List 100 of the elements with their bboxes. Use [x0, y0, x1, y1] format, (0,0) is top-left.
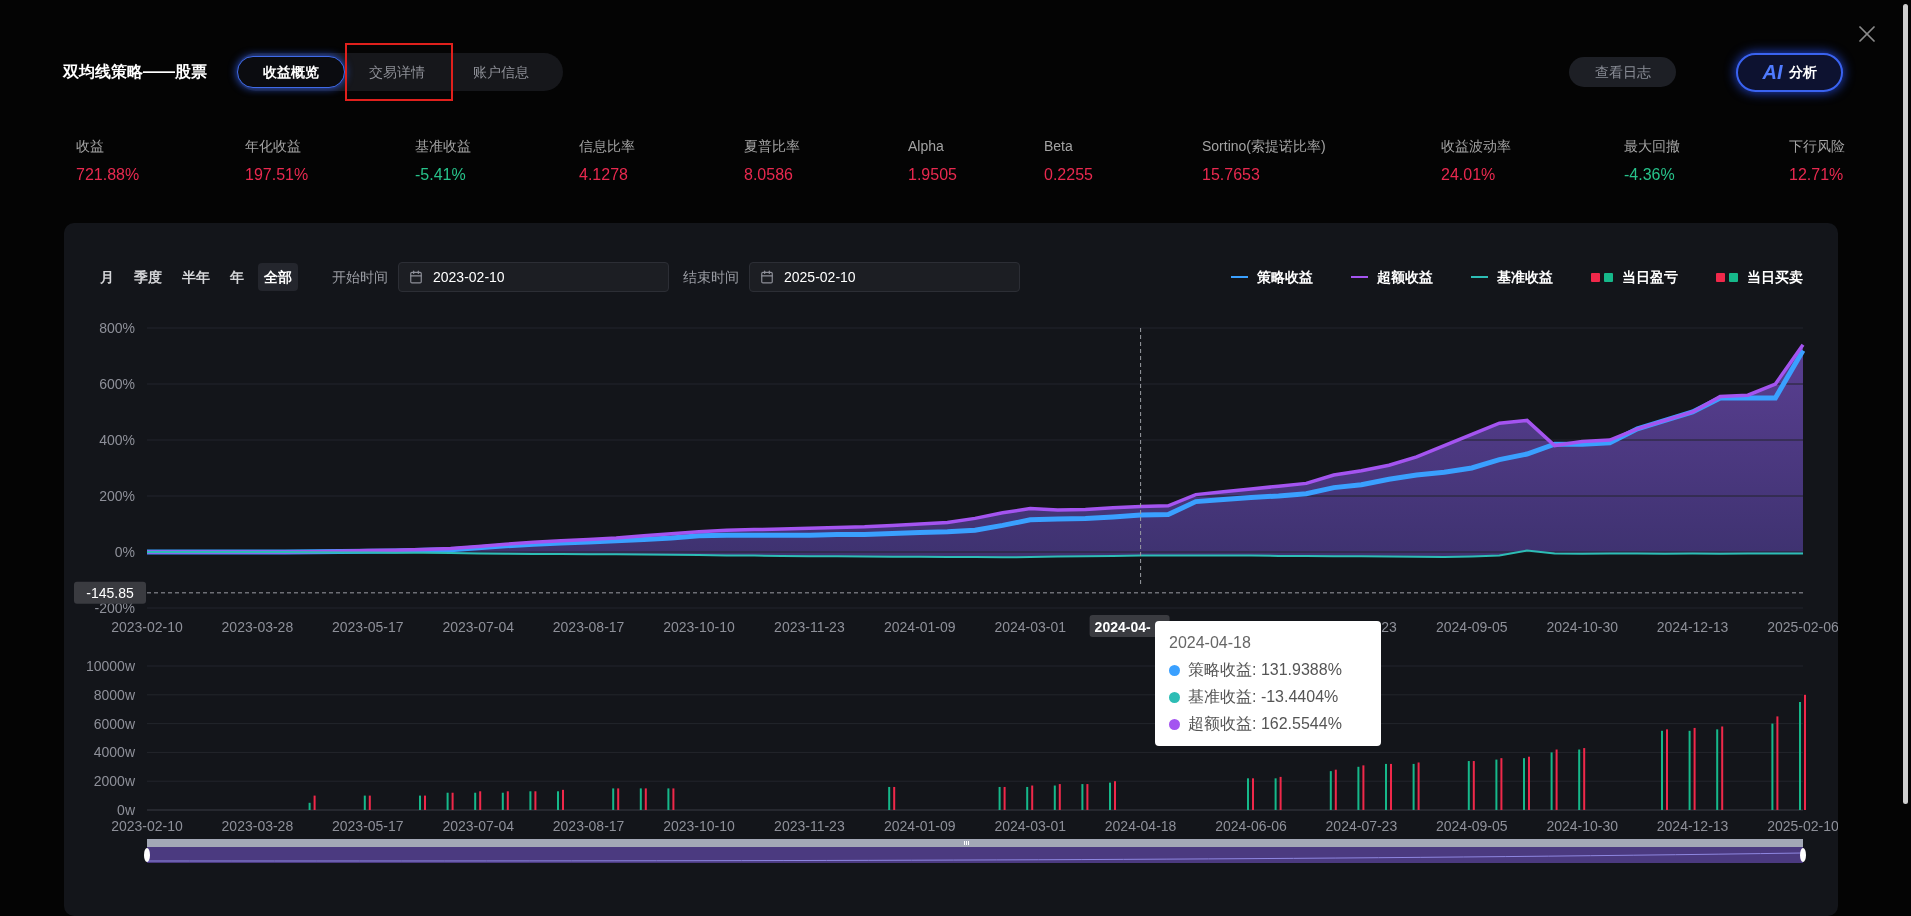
axis-label: 600% — [99, 376, 135, 392]
legend-label[interactable]: 超额收益 — [1377, 266, 1433, 288]
range-slider[interactable] — [146, 839, 1804, 863]
axis-label: 2024-12-13 — [1656, 619, 1729, 635]
axis-label: 2024-03-01 — [994, 818, 1066, 834]
axis-label: 2024-09-05 — [1436, 818, 1508, 834]
axis-label: 2023-05-17 — [332, 619, 404, 635]
axis-label: 8000w — [93, 686, 135, 703]
metric-label: Sortino(索提诺比率) — [1202, 137, 1327, 156]
tooltip-value: 超额收益: 162.5544% — [1188, 714, 1342, 734]
slider-handle[interactable] — [1800, 848, 1806, 862]
bar — [1053, 785, 1056, 810]
bar — [1329, 771, 1332, 810]
bar — [617, 788, 620, 810]
tab[interactable]: 交易详情 — [345, 56, 449, 88]
axis-label: 2023-02-10 — [111, 818, 183, 834]
bar — [612, 788, 615, 810]
bar — [308, 802, 311, 810]
axis-label: 2024-01-09 — [884, 619, 956, 635]
bar — [1003, 786, 1006, 810]
bar — [368, 795, 371, 810]
axis-label: 800% — [99, 320, 135, 336]
legend-label[interactable]: 基准收益 — [1497, 266, 1553, 288]
metric-label: Alpha — [908, 137, 945, 156]
metric-label: 收益波动率 — [1441, 137, 1512, 156]
ai-analysis-button[interactable]: AI 分析 — [1736, 52, 1843, 92]
axis-label: 200% — [99, 488, 135, 504]
axis-label: 2023-11-23 — [774, 818, 845, 834]
metric-label: 夏普比率 — [744, 137, 801, 156]
bar — [1495, 759, 1498, 810]
grip-icon — [964, 841, 969, 845]
bar — [451, 792, 454, 810]
metric-value: 12.71% — [1789, 165, 1845, 185]
field-label: 结束时间 — [683, 267, 739, 287]
bar — [534, 791, 537, 810]
period-button[interactable]: 季度 — [128, 263, 168, 291]
bar — [998, 786, 1001, 810]
bar — [1274, 778, 1277, 810]
axis-label: 2024-12-13 — [1656, 818, 1729, 834]
axis-label: 2024-09-05 — [1436, 619, 1508, 635]
metric-value: -5.41% — [415, 165, 467, 185]
bar — [1417, 762, 1420, 810]
tooltip-value: 策略收益: 131.9388% — [1188, 660, 1342, 680]
axis-label: 2023-03-28 — [221, 619, 294, 635]
period-button[interactable]: 年 — [224, 263, 250, 291]
axis-label: 2023-07-04 — [442, 818, 514, 834]
axis-label: 0% — [114, 544, 135, 560]
axis-label: 2023-08-17 — [552, 818, 625, 834]
bar — [1081, 784, 1084, 810]
metric-label: 最大回撤 — [1624, 137, 1681, 156]
axis-label: 2023-07-04 — [442, 619, 514, 635]
legend-label[interactable]: 当日盈亏 — [1622, 266, 1678, 288]
date-field[interactable]: 2025-02-10 — [749, 262, 1020, 292]
bar — [1362, 765, 1365, 810]
bar — [501, 792, 504, 810]
axis-label: 6000w — [93, 715, 135, 732]
bar — [474, 792, 477, 810]
period-button[interactable]: 全部 — [258, 263, 298, 291]
bar — [363, 795, 366, 810]
bar — [639, 788, 642, 810]
metric-value: -4.36% — [1624, 165, 1676, 185]
axis-label: 2025-02-10 — [1767, 818, 1838, 834]
tab[interactable]: 收益概览 — [237, 56, 345, 88]
metric-value: 24.01% — [1441, 165, 1497, 185]
bar — [1500, 758, 1503, 810]
axis-label: 2023-02-10 — [111, 619, 183, 635]
bar — [888, 786, 891, 810]
legend-label[interactable]: 策略收益 — [1257, 266, 1313, 288]
period-button[interactable]: 月 — [94, 263, 120, 291]
axis-label: 4000w — [93, 744, 135, 761]
bar — [1031, 785, 1034, 810]
axis-label: 2024-10-30 — [1546, 818, 1618, 834]
metric-value: 197.51% — [245, 165, 310, 185]
bar — [1550, 752, 1553, 810]
legend-label[interactable]: 当日买卖 — [1747, 266, 1803, 288]
period-button[interactable]: 半年 — [176, 263, 216, 291]
axis-label: 0w — [117, 802, 135, 818]
metric-value: 1.9505 — [908, 165, 958, 185]
metric-label: 基准收益 — [415, 137, 472, 156]
bar — [1472, 761, 1475, 810]
tab[interactable]: 账户信息 — [449, 56, 553, 88]
slider-handle[interactable] — [144, 848, 150, 862]
bar — [1026, 786, 1029, 810]
bar — [1412, 763, 1415, 810]
bar — [506, 791, 509, 810]
axis-label: 23 — [1381, 619, 1397, 635]
scrollbar[interactable] — [1903, 4, 1908, 804]
window-title: 双均线策略——股票 — [63, 62, 207, 82]
metric-value: 0.2255 — [1044, 165, 1094, 185]
axis-label: 2023-11-23 — [774, 619, 845, 635]
pointer-label: -145.85 — [74, 581, 146, 604]
axis-label: 2023-05-17 — [332, 818, 404, 834]
bar — [313, 795, 316, 810]
log-button[interactable]: 查看日志 — [1569, 57, 1676, 87]
date-field[interactable]: 2023-02-10 — [398, 262, 669, 292]
axis-label: 10000w — [85, 658, 135, 674]
bar — [667, 788, 670, 810]
bar — [1583, 748, 1586, 810]
axis-label: 2023-03-28 — [221, 818, 294, 834]
bar — [1279, 776, 1282, 810]
